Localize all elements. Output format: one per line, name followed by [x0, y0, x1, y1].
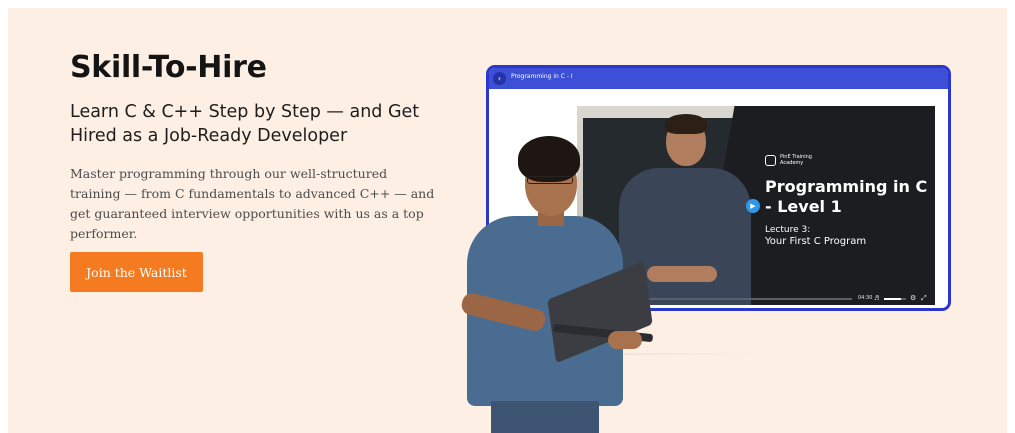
- page-title: Skill-To-Hire: [70, 50, 267, 85]
- player-title-bar: ‹ Programming in C - I: [489, 68, 948, 89]
- course-title: Programming in C - Level 1: [765, 177, 928, 216]
- lecture-number: Lecture 3:: [765, 225, 811, 235]
- brand-logo: PinE Training Academy: [765, 154, 822, 166]
- volume-icon[interactable]: ♬: [874, 295, 879, 302]
- join-waitlist-button[interactable]: Join the Waitlist: [70, 252, 203, 292]
- hero-section: Skill-To-Hire Learn C & C++ Step by Step…: [8, 8, 1007, 433]
- student-with-laptop-image: [453, 136, 654, 433]
- brand-mark-icon: [765, 154, 776, 166]
- student-glasses: [527, 176, 573, 184]
- player-title: Programming in C - I: [511, 73, 573, 80]
- elapsed-time: 04:30: [858, 295, 873, 301]
- student-hand: [608, 331, 642, 349]
- gear-icon[interactable]: ⚙: [910, 294, 916, 302]
- volume-fill: [884, 298, 901, 300]
- play-icon[interactable]: ▶: [746, 199, 760, 213]
- hero-description: Master programming through our well-stru…: [70, 166, 435, 241]
- chevron-left-icon[interactable]: ‹: [493, 72, 506, 85]
- presenter-hands: [647, 266, 717, 282]
- presenter-hair: [665, 114, 707, 134]
- fullscreen-icon[interactable]: ⤢: [921, 294, 927, 303]
- hero-subtitle: Learn C & C++ Step by Step — and Get Hir…: [70, 102, 420, 146]
- student-jeans: [491, 401, 599, 433]
- lecture-name: Your First C Program: [765, 236, 867, 247]
- brand-name: PinE Training Academy: [780, 154, 812, 166]
- volume-slider[interactable]: [884, 298, 906, 300]
